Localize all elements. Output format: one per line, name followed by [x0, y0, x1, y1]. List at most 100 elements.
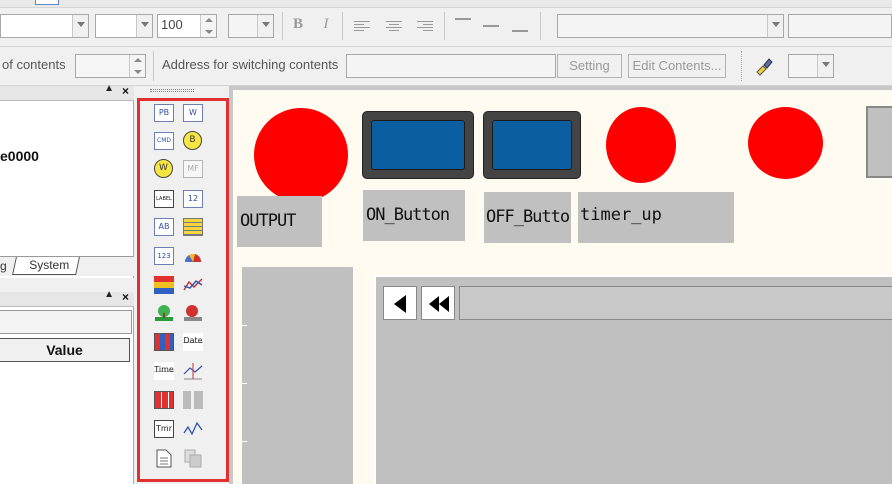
font-name-combo[interactable] — [0, 14, 89, 38]
timer-lamp[interactable] — [606, 107, 676, 183]
tab-system[interactable]: System — [12, 257, 80, 275]
tick-mark — [242, 441, 247, 442]
word-switch-icon[interactable]: W — [183, 104, 203, 122]
chevron-down-icon — [136, 15, 152, 37]
toolbar-separator — [153, 51, 154, 81]
panel-header: ▲ × — [0, 83, 134, 101]
numeric-input-icon[interactable]: 123 — [154, 247, 174, 265]
on-button-face — [371, 120, 465, 170]
address-input[interactable] — [346, 54, 556, 78]
left-panel-top: ▲ × e0000 g System — [0, 83, 134, 278]
label-icon[interactable]: LABEL — [154, 190, 174, 208]
toolbar-top-strip — [0, 0, 892, 8]
valign-bottom-icon[interactable] — [512, 30, 528, 32]
output-label-text: OUTPUT — [240, 211, 296, 231]
toolbar-separator — [342, 12, 343, 40]
parts-icon[interactable] — [154, 304, 174, 322]
multi-function-icon[interactable]: MF — [183, 160, 203, 178]
gray-panel-object[interactable] — [242, 267, 353, 484]
off-button-label[interactable]: OFF_Butto — [484, 192, 571, 243]
output-lamp[interactable] — [254, 108, 348, 202]
spin-arrows-icon[interactable] — [200, 15, 216, 37]
contents-label: of contents — [2, 57, 66, 72]
toolbar-separator — [741, 51, 743, 81]
word-lamp-icon[interactable]: W — [154, 159, 173, 178]
paint-brush-icon[interactable] — [754, 56, 774, 76]
bit-lamp-icon[interactable]: B — [183, 131, 202, 150]
push-button-icon[interactable]: PB — [154, 104, 174, 122]
line-graph-icon[interactable] — [183, 276, 203, 294]
list-display-object[interactable] — [374, 275, 892, 484]
edit-contents-button[interactable]: Edit Contents... — [628, 54, 726, 78]
address-switching-label: Address for switching contents — [162, 57, 339, 72]
timer-up-label[interactable]: timer_up — [578, 192, 734, 243]
setting-button[interactable]: Setting — [557, 54, 622, 78]
align-center-icon[interactable] — [386, 21, 402, 33]
pin-icon[interactable]: ▲ — [104, 289, 114, 300]
tree-item[interactable]: e0000 — [0, 148, 39, 164]
spin-arrows-icon[interactable] — [129, 55, 145, 77]
contents-toolbar: of contents Address for switching conten… — [0, 47, 892, 86]
status-lamp[interactable] — [748, 107, 823, 179]
panel-tab-bar: g System — [0, 256, 134, 276]
pin-icon[interactable]: ▲ — [104, 83, 114, 94]
tab-system-label: System — [29, 258, 70, 272]
text-property-combo-2[interactable] — [788, 14, 892, 38]
off-button-shape[interactable] — [484, 112, 580, 178]
bold-button[interactable]: B — [290, 16, 306, 33]
close-icon[interactable]: × — [122, 84, 129, 98]
copy-document-icon[interactable] — [184, 449, 202, 468]
italic-button[interactable]: I — [318, 16, 334, 33]
timer-icon[interactable]: Tmr — [154, 420, 174, 438]
scroll-prev-button[interactable] — [383, 286, 417, 320]
font-size-spinner[interactable]: 100 — [157, 14, 217, 38]
on-button-label[interactable]: ON_Button — [363, 190, 465, 241]
panel-header: ▲ × — [0, 289, 134, 307]
ascii-input-icon[interactable]: AB — [154, 218, 174, 236]
command-button-icon[interactable]: CMD — [154, 132, 174, 150]
numeric-display-icon[interactable]: 12 — [183, 190, 203, 208]
tick-mark — [242, 383, 247, 384]
color-combo[interactable] — [228, 14, 274, 38]
timer-up-label-text: timer_up — [580, 205, 662, 225]
toolbar-separator — [540, 12, 541, 40]
brush-combo[interactable] — [788, 54, 834, 78]
date-display-icon[interactable]: Date — [183, 333, 203, 351]
pie-graph-icon[interactable] — [183, 247, 203, 265]
list-header-bar — [459, 286, 892, 320]
property-row — [0, 310, 132, 334]
valign-middle-icon[interactable] — [483, 25, 499, 27]
align-right-icon[interactable] — [417, 21, 433, 33]
alarm-display-icon[interactable] — [154, 333, 174, 351]
tick-mark — [242, 325, 247, 326]
chevron-down-icon — [72, 15, 88, 37]
font-style-combo[interactable] — [95, 14, 153, 38]
font-size-value: 100 — [161, 17, 183, 32]
message-display-icon[interactable] — [183, 218, 203, 236]
palette-grip[interactable] — [150, 89, 194, 92]
on-button-label-text: ON_Button — [366, 205, 450, 225]
scroll-first-button[interactable] — [421, 286, 455, 320]
off-button-face — [492, 120, 572, 170]
align-left-icon[interactable] — [354, 21, 370, 33]
data-list-icon[interactable] — [154, 391, 174, 409]
output-label[interactable]: OUTPUT — [237, 196, 322, 247]
left-panel-bottom: ▲ × Value — [0, 289, 134, 484]
slider-icon[interactable] — [183, 391, 203, 409]
gray-object-right[interactable] — [866, 106, 892, 178]
close-icon[interactable]: × — [122, 290, 129, 304]
contents-spinner[interactable] — [75, 54, 146, 78]
valign-top-icon[interactable] — [455, 18, 471, 24]
parts-move-icon[interactable] — [183, 304, 203, 322]
text-property-combo[interactable] — [557, 14, 784, 38]
trend-graph-icon[interactable] — [183, 362, 203, 380]
time-display-icon[interactable]: Time — [154, 362, 174, 380]
bar-graph-icon[interactable] — [154, 276, 174, 294]
on-button-shape[interactable] — [363, 112, 473, 178]
toolbar-separator — [282, 12, 283, 40]
value-column-header[interactable]: Value — [0, 338, 130, 362]
wave-graph-icon[interactable] — [183, 420, 203, 438]
chevron-down-icon — [817, 55, 833, 77]
document-icon[interactable] — [156, 449, 172, 468]
tab-partial[interactable]: g — [0, 259, 7, 273]
